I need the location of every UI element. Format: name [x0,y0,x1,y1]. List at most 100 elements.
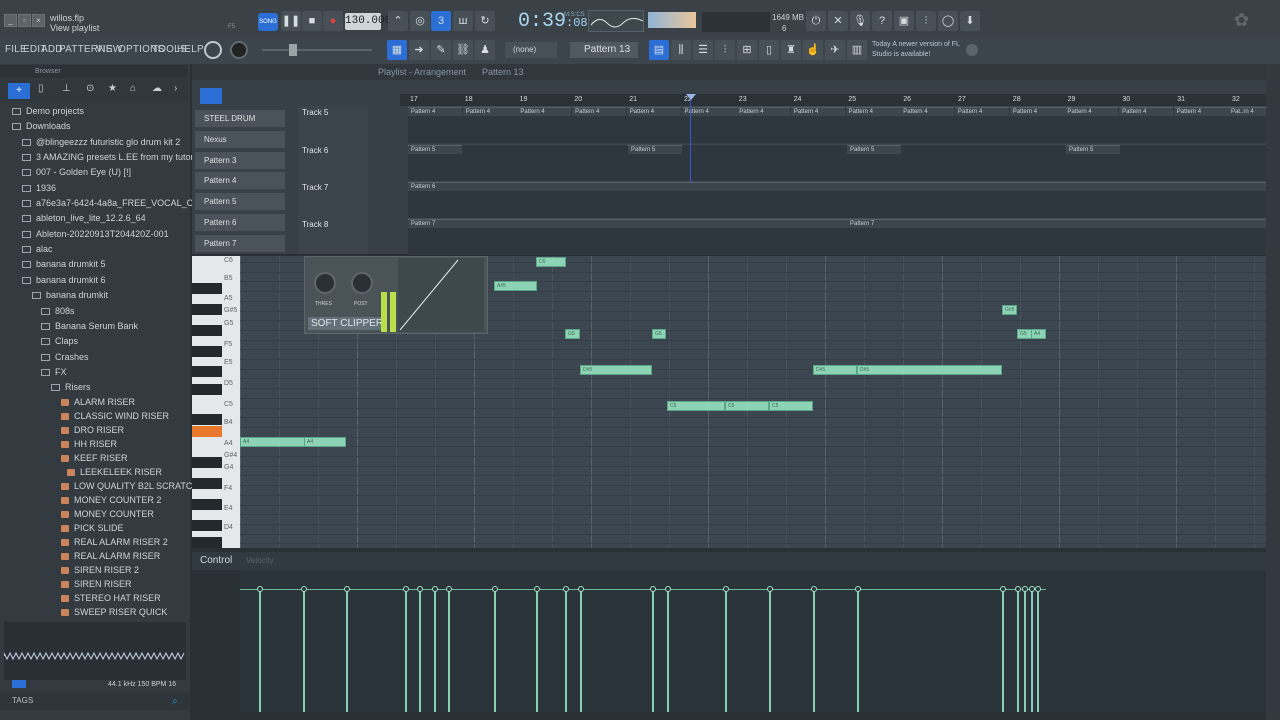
playlist-clip[interactable]: Pattern 7 [847,219,1280,228]
mixer-icon[interactable]: ⫶ [916,11,936,31]
power-icon[interactable]: ⏻ [806,11,826,31]
threshold-knob[interactable] [314,272,336,294]
velocity-bar[interactable] [303,590,305,712]
velocity-bar[interactable] [1031,590,1033,712]
velocity-handle[interactable] [1015,586,1021,592]
menu-help[interactable]: HELP [177,44,204,55]
browser-item[interactable]: ALARM RISER [61,395,135,410]
velocity-bar[interactable] [434,590,436,712]
playlist-title[interactable]: Playlist - Arrangement [378,64,466,80]
master-volume-knob[interactable] [204,41,222,59]
browser-item[interactable]: Claps [41,334,78,349]
browser-item[interactable]: alac [22,242,53,257]
chat-icon[interactable]: ◯ [938,11,958,31]
help-icon[interactable]: ? [872,11,892,31]
project-info-icon[interactable]: ▥ [847,40,867,60]
browser-item[interactable]: DRO RISER [61,423,124,438]
note[interactable]: G5 [1017,329,1032,339]
velocity-bar[interactable] [565,590,567,712]
browser-all-icon[interactable]: + [8,83,30,99]
velocity-bar[interactable] [769,590,771,712]
velocity-bar[interactable] [419,590,421,712]
preset-selector[interactable]: (none) [505,42,557,58]
playlist-clip[interactable]: Pattern 4 [736,107,791,116]
velocity-bar[interactable] [580,590,582,712]
channel-button[interactable]: Pattern 3 [195,151,285,170]
browser-cloud-icon[interactable]: ☁ [152,83,162,94]
browser-favorites-icon[interactable]: ★ [108,83,117,94]
browser-item[interactable]: SIREN RISER 2 [61,563,139,578]
black-key[interactable] [192,325,222,336]
browser-item[interactable]: PICK SLIDE [61,521,124,536]
velocity-bar[interactable] [346,590,348,712]
velocity-handle[interactable] [432,586,438,592]
note[interactable]: G5 [565,329,580,339]
browser-item[interactable]: @blingeezzz futuristic glo drum kit 2 [22,135,180,150]
velocity-bar[interactable] [725,590,727,712]
metronome-icon[interactable]: ⌃ [388,11,408,31]
velocity-handle[interactable] [1035,586,1041,592]
link-icon[interactable]: ✕ [828,11,848,31]
piano-roll-icon[interactable]: ▤ [649,40,669,60]
download-icon[interactable]: ⬇ [960,11,980,31]
browser-item[interactable]: CLASSIC WIND RISER [61,409,169,424]
velocity-bar[interactable] [259,590,261,712]
browser-item[interactable]: HH RISER [61,437,117,452]
playlist-clip[interactable]: Pattern 5 [628,145,682,154]
playlist-piano-icon[interactable] [200,88,222,104]
playhead-marker[interactable] [686,94,696,100]
track-name[interactable]: Track 5 [302,108,328,117]
browser-item[interactable]: Risers [51,380,91,395]
velocity-handle[interactable] [767,586,773,592]
note[interactable]: C5 [725,401,769,411]
minimize-icon[interactable]: _ [4,14,17,27]
velocity-bar[interactable] [1017,590,1019,712]
browser-item[interactable]: REAL ALARM RISER 2 [61,535,168,550]
step-edit-icon[interactable]: ш [453,11,473,31]
browser-item[interactable]: SWEEP RISER QUICK [61,605,167,620]
playlist-clip[interactable]: Pattern 5 [1066,145,1120,154]
playlist-clip[interactable]: Pattern 4 [1173,107,1228,116]
playlist-clip[interactable]: Pattern 4 [517,107,572,116]
note[interactable]: D#5 [813,365,857,375]
browser-item[interactable]: 3 AMAZING presets L.EE from my tutorial [22,150,203,165]
note[interactable]: C5 [667,401,725,411]
browser-more-icon[interactable]: › [174,83,177,94]
browser-item[interactable]: Ableton-20220913T204420Z-001 [22,227,169,242]
browser-item[interactable]: banana drumkit 5 [22,257,106,272]
wait-input-icon[interactable]: ◎ [410,11,430,31]
news-panel[interactable]: Today A newer version of FL Studio is av… [872,40,964,60]
velocity-handle[interactable] [650,586,656,592]
arrow-icon[interactable]: ➜ [409,40,429,60]
browser-item[interactable]: STEREO HAT RISER [61,591,161,606]
browser-item[interactable]: MONEY COUNTER [61,507,154,522]
slider-handle[interactable] [289,44,297,56]
note[interactable]: D#5 [580,365,652,375]
note[interactable]: G5 [652,329,666,339]
black-key[interactable] [192,478,222,489]
playlist-icon[interactable]: ⊞ [737,40,757,60]
playlist-clip[interactable]: Pattern 4 [462,107,517,116]
browser-item[interactable]: 1936 [22,181,56,196]
mixer-view-icon[interactable]: ⫶ [715,40,735,60]
browser-item[interactable]: SIREN RISER [61,577,132,592]
velocity-handle[interactable] [665,586,671,592]
playhead[interactable] [690,94,691,182]
save-icon[interactable]: ▣ [894,11,914,31]
playlist-clip[interactable]: Pattern 4 [845,107,900,116]
note[interactable]: C6 [536,257,566,267]
control-label[interactable]: Control [200,555,232,566]
velocity-handle[interactable] [344,586,350,592]
master-slider[interactable] [262,49,372,51]
velocity-handle[interactable] [403,586,409,592]
channel-button[interactable]: Pattern 7 [195,234,285,253]
black-key[interactable] [192,537,222,548]
velocity-bar[interactable] [1037,590,1039,712]
close-icon[interactable]: × [32,14,45,27]
velocity-bar[interactable] [667,590,669,712]
playlist-clip[interactable]: Pattern 5 [847,145,901,154]
channel-rack-icon[interactable]: ☰ [693,40,713,60]
plugin-picker-icon[interactable]: ▯ [759,40,779,60]
note[interactable]: A#5 [494,281,537,291]
browser-plugins-icon[interactable]: ⊥ [62,83,71,94]
